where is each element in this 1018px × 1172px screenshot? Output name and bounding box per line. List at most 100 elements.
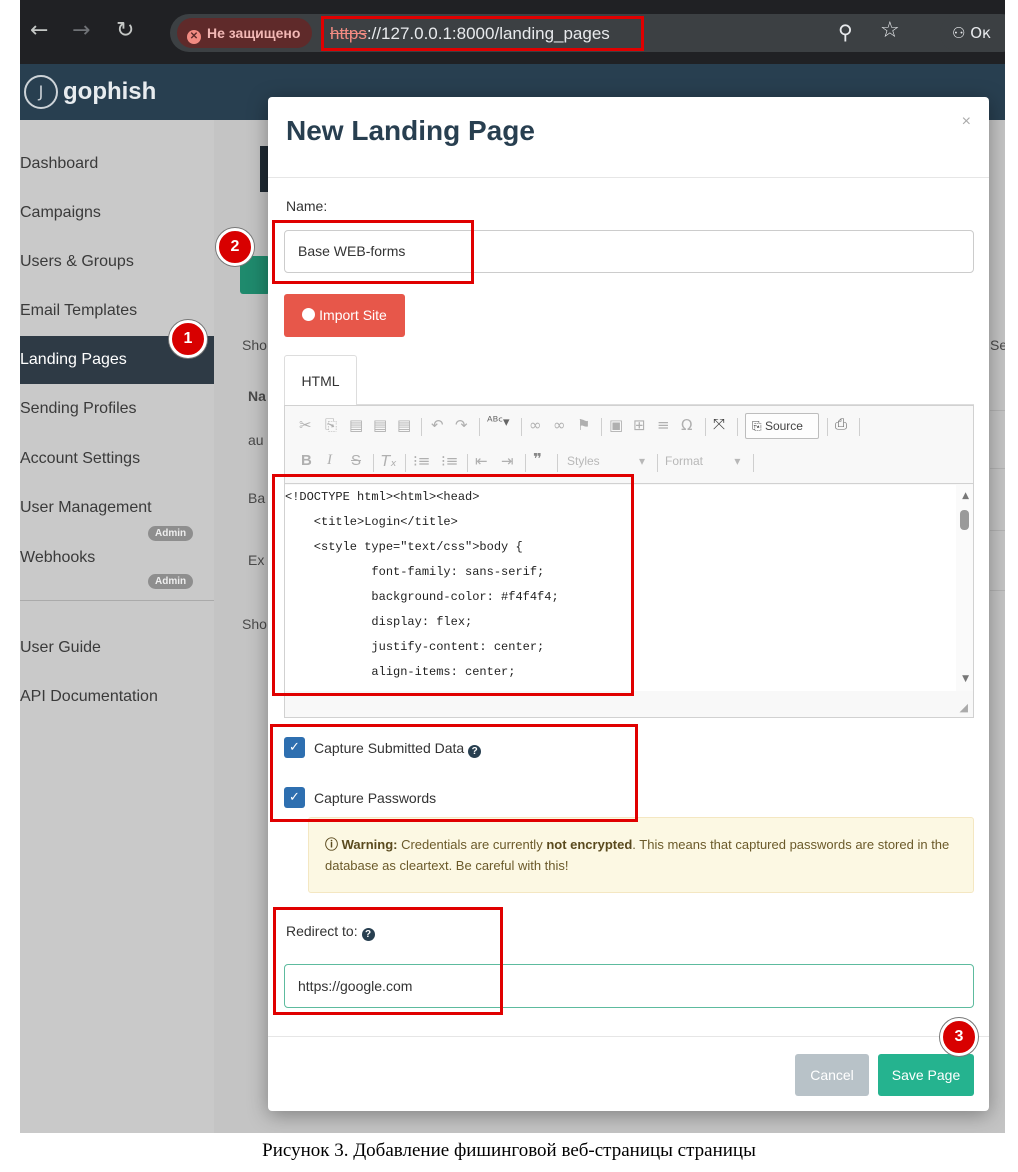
zoom-icon[interactable]: ⚲ (838, 20, 853, 44)
globe-icon (302, 308, 316, 321)
source-button[interactable]: ⎘ Source (745, 413, 819, 439)
toolbar-separator (467, 454, 468, 472)
warning-icon: ⓘ (325, 837, 342, 852)
sidebar-divider (20, 600, 214, 601)
gophish-logo-icon: J (24, 75, 58, 109)
warning-alert: ⓘ Warning: Credentials are currently not… (308, 817, 974, 893)
search-fragment: Se (990, 337, 1005, 353)
bold-icon[interactable]: B (301, 452, 312, 469)
highlight-redirect (273, 907, 503, 1015)
sidebar-item-dashboard[interactable]: Dashboard (20, 140, 214, 188)
toolbar-separator (705, 418, 706, 436)
toolbar-separator (657, 454, 658, 472)
undo-icon[interactable]: ↶ (431, 416, 444, 434)
sidebar-item-api-documentation[interactable]: API Documentation (20, 673, 214, 721)
toolbar-separator (753, 454, 754, 472)
warning-icon: ✕ (187, 30, 201, 44)
remove-format-icon[interactable]: Tₓ (381, 452, 397, 470)
horizontal-line-icon[interactable]: ≡ (657, 416, 670, 434)
toolbar-separator (601, 418, 602, 436)
editor-toolbar: ✂ ⎘ ▤ ▤ ▤ ↶ ↷ ᴬᴮᶜ▾ ∞ ∞ ⚑ ▣ ⊞ ≡ Ω ⤧ ⎘ Sou… (285, 406, 973, 484)
back-arrow-icon[interactable]: ← (30, 18, 48, 43)
app-logo-text[interactable]: gophish (63, 78, 156, 106)
url-text[interactable]: https://127.0.0.1:8000/landing_pages (321, 16, 644, 51)
toolbar-separator (827, 418, 828, 436)
spellcheck-icon[interactable]: ᴬᴮᶜ▾ (487, 415, 510, 430)
sidebar-item-campaigns[interactable]: Campaigns (20, 189, 214, 237)
annotation-marker-1: 1 (169, 320, 207, 358)
styles-dropdown[interactable]: Styles ▾ (567, 454, 645, 468)
highlight-name (272, 220, 474, 284)
paste-icon[interactable]: ▤ (349, 416, 363, 434)
save-page-button[interactable]: Save Page (878, 1054, 974, 1096)
table-divider (990, 590, 1005, 591)
table-row-fragment: Ex (248, 552, 265, 568)
show-entries-fragment: Sho (242, 337, 267, 353)
table-icon[interactable]: ⊞ (633, 416, 646, 434)
blockquote-icon[interactable]: ❞ (533, 450, 542, 468)
annotation-marker-2: 2 (216, 228, 254, 266)
paste-word-icon[interactable]: ▤ (397, 416, 411, 434)
sidebar: Dashboard Campaigns Users & Groups Email… (20, 120, 214, 1133)
table-row-fragment: au (248, 432, 264, 448)
toolbar-separator (737, 418, 738, 436)
modal-footer-divider (268, 1036, 989, 1037)
toolbar-separator (405, 454, 406, 472)
unlink-icon[interactable]: ∞ (553, 416, 566, 434)
image-icon[interactable]: ▣ (609, 416, 623, 434)
sidebar-item-user-management[interactable]: User Management (20, 484, 214, 532)
copy-icon[interactable]: ⎘ (325, 416, 337, 434)
anchor-flag-icon[interactable]: ⚑ (577, 416, 590, 434)
toolbar-separator (521, 418, 522, 436)
figure-caption: Рисунок 3. Добавление фишинговой веб-стр… (262, 1140, 756, 1161)
link-icon[interactable]: ∞ (529, 416, 542, 434)
name-label: Name: (286, 198, 328, 214)
paste-text-icon[interactable]: ▤ (373, 416, 387, 434)
strikethrough-icon[interactable]: S (351, 452, 361, 469)
sidebar-item-users-groups[interactable]: Users & Groups (20, 238, 214, 286)
numbered-list-icon[interactable]: ⁝≡ (413, 452, 430, 470)
indent-icon[interactable]: ⇥ (501, 452, 514, 470)
highlight-html-source (272, 474, 634, 696)
sidebar-item-account-settings[interactable]: Account Settings (20, 435, 214, 483)
preview-icon[interactable]: ⎙ (835, 415, 847, 433)
redo-icon[interactable]: ↷ (455, 416, 468, 434)
toolbar-separator (557, 454, 558, 472)
browser-toolbar: ← → ↻ ✕ Не защищено https://127.0.0.1:800… (20, 0, 1005, 64)
annotation-marker-3: 3 (940, 1018, 978, 1056)
not-secure-badge[interactable]: ✕ Не защищено (177, 18, 313, 48)
import-site-button[interactable]: Import Site (284, 294, 405, 337)
cut-icon[interactable]: ✂ (299, 416, 312, 434)
maximize-icon[interactable]: ⤧ (713, 415, 725, 433)
extension-button[interactable]: ⚇ Ок (940, 14, 1005, 52)
admin-badge: Admin (148, 574, 194, 589)
sidebar-item-sending-profiles[interactable]: Sending Profiles (20, 385, 214, 433)
sidebar-item-user-guide[interactable]: User Guide (20, 624, 214, 672)
scroll-thumb[interactable] (960, 510, 969, 530)
outdent-icon[interactable]: ⇤ (475, 452, 488, 470)
forward-arrow-icon[interactable]: → (72, 18, 90, 43)
table-divider (990, 468, 1005, 469)
bulleted-list-icon[interactable]: ⁝≡ (441, 452, 458, 470)
modal-title: New Landing Page (286, 115, 535, 146)
toolbar-separator (373, 454, 374, 472)
cancel-button[interactable]: Cancel (795, 1054, 869, 1096)
table-row-fragment: Ba (248, 490, 266, 506)
toolbar-separator (859, 418, 860, 436)
reload-icon[interactable]: ↻ (116, 18, 134, 43)
toolbar-separator (525, 454, 526, 472)
toolbar-separator (479, 418, 480, 436)
close-icon[interactable]: × (962, 113, 971, 131)
name-column-fragment: Na (248, 388, 266, 404)
show-info-fragment: Sho (242, 616, 267, 632)
table-divider (990, 530, 1005, 531)
tab-html[interactable]: HTML (284, 355, 357, 405)
scroll-down-icon[interactable]: ▼ (962, 674, 969, 684)
scroll-up-icon[interactable]: ▲ (962, 491, 969, 501)
format-dropdown[interactable]: Format ▾ (665, 454, 740, 468)
bookmark-star-icon[interactable]: ☆ (880, 18, 900, 43)
highlight-capture-options (270, 724, 638, 822)
resize-handle-icon[interactable]: ◢ (960, 701, 968, 714)
special-char-icon[interactable]: Ω (681, 416, 692, 434)
italic-icon[interactable]: I (327, 452, 332, 469)
